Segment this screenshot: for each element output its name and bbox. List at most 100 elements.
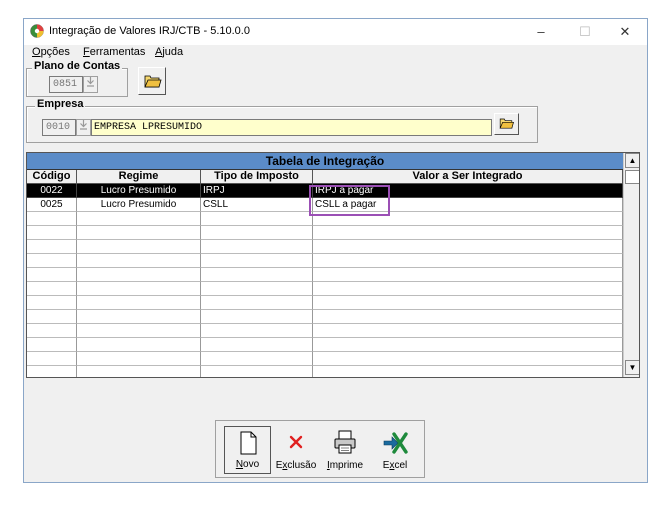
table-cell-tipo[interactable] [201,352,313,366]
table-cell-codigo[interactable] [27,212,77,226]
new-document-icon [240,431,256,455]
scroll-up-button[interactable]: ▲ [625,153,639,168]
exclusao-label: Exclusão [275,460,317,471]
table-cell-regime[interactable] [77,324,201,338]
close-button[interactable]: ✕ [603,19,647,45]
table-cell-valor[interactable] [313,310,623,324]
table-row-empty[interactable] [27,240,623,254]
table-row-empty[interactable] [27,366,623,377]
table-row-empty[interactable] [27,352,623,366]
table-cell-valor[interactable] [313,352,623,366]
minimize-button[interactable]: – [519,19,563,45]
plano-lookup-button[interactable] [83,76,98,93]
table-cell-tipo[interactable] [201,212,313,226]
table-row-empty[interactable] [27,254,623,268]
plano-open-button[interactable] [138,67,166,95]
exclusao-button[interactable]: Exclusão [274,426,318,474]
table-cell-valor[interactable] [313,240,623,254]
table-cell-regime[interactable] [77,268,201,282]
table-cell-tipo[interactable] [201,282,313,296]
excel-button[interactable]: Excel [372,426,418,474]
table-cell-tipo[interactable]: IRPJ [201,184,313,198]
empresa-label: Empresa [35,98,86,110]
imprime-button[interactable]: Imprime [322,426,368,474]
table-row-empty[interactable] [27,296,623,310]
table-cell-tipo[interactable]: CSLL [201,198,313,212]
table-cell-regime[interactable] [77,296,201,310]
table-row-empty[interactable] [27,226,623,240]
table-cell-valor[interactable] [313,254,623,268]
table-cell-tipo[interactable] [201,296,313,310]
table-cell-regime[interactable] [77,282,201,296]
plano-code-field[interactable]: 0851 [49,76,83,93]
window-title: Integração de Valores IRJ/CTB - 5.10.0.0 [49,25,250,37]
table-cell-regime[interactable] [77,366,201,377]
table-cell-codigo[interactable]: 0022 [27,184,77,198]
table-cell-codigo[interactable]: 0025 [27,198,77,212]
table-cell-codigo[interactable] [27,254,77,268]
table-cell-codigo[interactable] [27,240,77,254]
scroll-thumb[interactable] [625,170,639,184]
table-cell-regime[interactable]: Lucro Presumido [77,198,201,212]
table-cell-tipo[interactable] [201,324,313,338]
table-cell-codigo[interactable] [27,310,77,324]
table-cell-regime[interactable] [77,226,201,240]
vertical-scrollbar[interactable]: ▲ ▼ [623,153,639,377]
table-cell-tipo[interactable] [201,268,313,282]
empresa-code-field[interactable]: 0010 [42,119,76,136]
menu-opcoes[interactable]: Opções [32,46,70,58]
table-cell-valor[interactable] [313,282,623,296]
action-toolbar: Novo Exclusão Imprime Excel [215,420,425,478]
table-cell-valor[interactable] [313,226,623,240]
table-cell-tipo[interactable] [201,310,313,324]
table-cell-tipo[interactable] [201,254,313,268]
delete-x-icon [289,435,303,449]
table-row-empty[interactable] [27,268,623,282]
column-header-tipo[interactable]: Tipo de Imposto [201,170,313,184]
table-cell-valor[interactable] [313,324,623,338]
empresa-open-button[interactable] [494,113,519,135]
table-cell-codigo[interactable] [27,282,77,296]
table-cell-regime[interactable]: Lucro Presumido [77,184,201,198]
novo-button[interactable]: Novo [224,426,271,474]
table-cell-valor[interactable] [313,338,623,352]
table-row-empty[interactable] [27,324,623,338]
column-header-valor[interactable]: Valor a Ser Integrado [313,170,623,184]
table-cell-tipo[interactable] [201,226,313,240]
column-header-codigo[interactable]: Código [27,170,77,184]
table-cell-codigo[interactable] [27,268,77,282]
empresa-name-field[interactable]: EMPRESA LPRESUMIDO [91,119,492,136]
table-cell-valor[interactable] [313,296,623,310]
column-header-regime[interactable]: Regime [77,170,201,184]
table-cell-valor[interactable] [313,366,623,377]
table-cell-codigo[interactable] [27,324,77,338]
title-bar[interactable]: Integração de Valores IRJ/CTB - 5.10.0.0… [24,19,647,45]
table-cell-codigo[interactable] [27,366,77,377]
table-cell-regime[interactable] [77,310,201,324]
printer-icon [334,430,356,454]
table-cell-codigo[interactable] [27,226,77,240]
table-cell-codigo[interactable] [27,352,77,366]
table-row-empty[interactable] [27,310,623,324]
scroll-down-button[interactable]: ▼ [625,360,639,375]
table-cell-codigo[interactable] [27,296,77,310]
menu-ajuda[interactable]: Ajuda [155,46,183,58]
table-row-empty[interactable] [27,282,623,296]
table-row-empty[interactable] [27,338,623,352]
novo-label: Novo [235,459,260,470]
table-cell-regime[interactable] [77,338,201,352]
table-cell-regime[interactable] [77,352,201,366]
maximize-button[interactable]: ☐ [563,19,607,45]
table-cell-regime[interactable] [77,254,201,268]
table-cell-tipo[interactable] [201,240,313,254]
menu-ferramentas[interactable]: Ferramentas [83,46,145,58]
table-cell-codigo[interactable] [27,338,77,352]
table-cell-regime[interactable] [77,240,201,254]
table-cell-regime[interactable] [77,212,201,226]
table-cell-valor[interactable] [313,268,623,282]
table-cell-tipo[interactable] [201,338,313,352]
empresa-lookup-button[interactable] [76,119,91,136]
table-cell-tipo[interactable] [201,366,313,377]
main-window: Integração de Valores IRJ/CTB - 5.10.0.0… [23,18,648,483]
plano-label: Plano de Contas [32,60,123,72]
